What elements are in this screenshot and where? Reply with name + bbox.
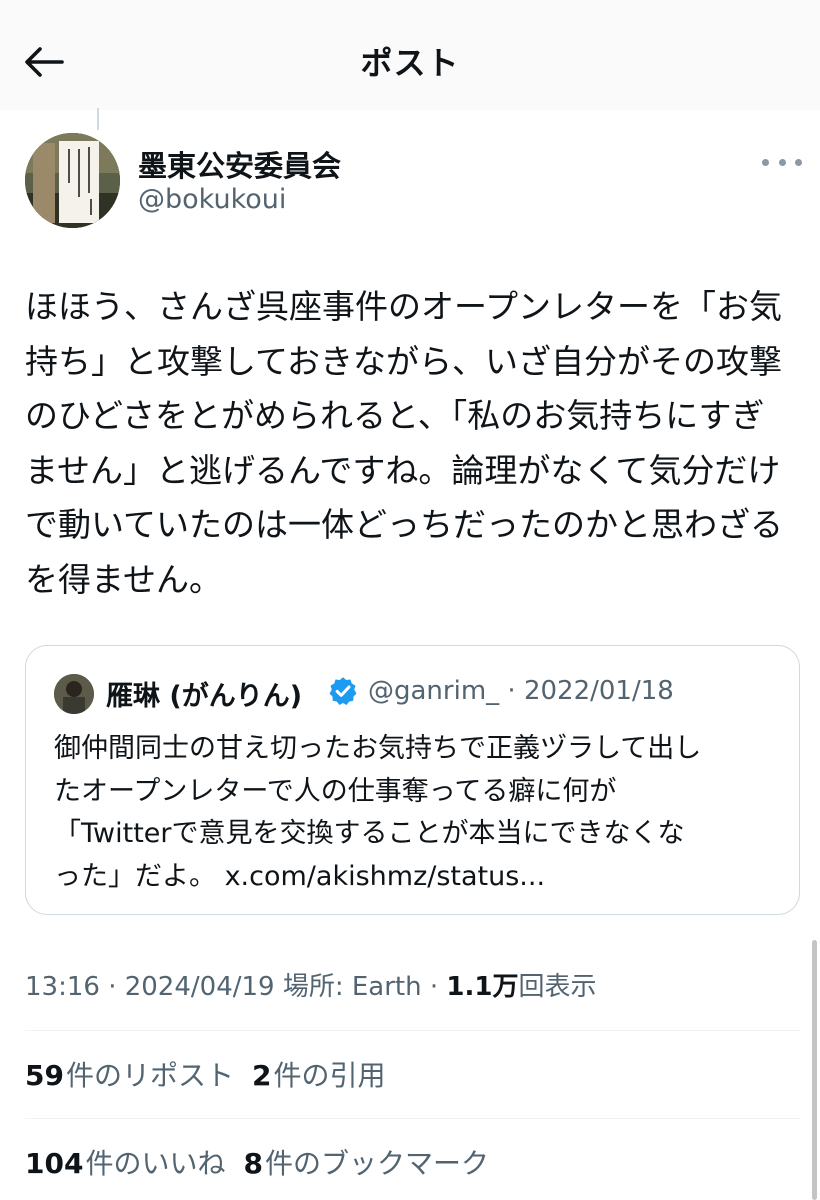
quoted-author-avatar bbox=[54, 674, 94, 714]
quotes-stat[interactable]: 2件の引用 bbox=[252, 1059, 386, 1092]
author-handle[interactable]: @bokukoui bbox=[138, 184, 286, 215]
thread-line bbox=[97, 108, 99, 130]
more-horizontal-icon bbox=[795, 158, 802, 166]
engagement-row: 59件のリポスト 2件の引用 bbox=[25, 1054, 403, 1094]
top-bar: ポスト bbox=[0, 0, 820, 110]
post-metadata: 13:16 · 2024/04/19 場所: Earth · 1.1万回表示 bbox=[25, 966, 596, 1003]
divider bbox=[25, 1030, 800, 1031]
bookmarks-count: 8 bbox=[243, 1147, 263, 1180]
quoted-text: 御仲間同士の甘え切ったお気持ちで正義ヅラして出し たオープンレターで人の仕事奪っ… bbox=[54, 733, 702, 892]
bookmarks-stat[interactable]: 8件のブックマーク bbox=[243, 1147, 489, 1180]
reposts-count: 59 bbox=[25, 1059, 64, 1092]
avatar[interactable] bbox=[25, 133, 120, 228]
engagement-row: 104件のいいね 8件のブックマーク bbox=[25, 1142, 507, 1182]
reposts-stat[interactable]: 59件のリポスト bbox=[25, 1059, 234, 1092]
timestamp-location: 13:16 · 2024/04/19 場所: Earth · bbox=[25, 972, 447, 1002]
verified-badge-icon bbox=[329, 677, 357, 705]
page-title: ポスト bbox=[360, 44, 460, 82]
likes-stat[interactable]: 104件のいいね bbox=[25, 1147, 225, 1180]
reposts-label: 件のリポスト bbox=[65, 1059, 234, 1092]
quoted-handle-date: @ganrim_ · 2022/01/18 bbox=[368, 676, 674, 706]
bookmarks-label: 件のブックマーク bbox=[264, 1147, 489, 1180]
views-label: 回表示 bbox=[518, 972, 597, 1002]
quoted-post[interactable]: 雁琳 (がんりん) @ganrim_ · 2022/01/18 御仲間同士の甘え… bbox=[25, 645, 800, 915]
avatar-image bbox=[25, 133, 120, 228]
post-text: ほほう、さんざ呉座事件のオープンレターを「お気 持ち」と攻撃しておきながら、いざ… bbox=[25, 287, 784, 599]
quotes-count: 2 bbox=[251, 1059, 272, 1092]
divider bbox=[25, 1118, 800, 1119]
scrollbar[interactable] bbox=[812, 940, 817, 1200]
more-horizontal-icon bbox=[778, 158, 786, 166]
more-horizontal-icon bbox=[762, 158, 769, 166]
likes-label: 件のいいね bbox=[85, 1147, 226, 1180]
avatar-image bbox=[54, 674, 94, 714]
views-count: 1.1万 bbox=[446, 972, 519, 1002]
quotes-label: 件の引用 bbox=[273, 1059, 386, 1092]
likes-count: 104 bbox=[25, 1147, 84, 1180]
more-options-button[interactable] bbox=[762, 148, 802, 176]
quoted-author-name: 雁琳 (がんりん) bbox=[106, 681, 303, 712]
author-display-name[interactable]: 墨東公安委員会 bbox=[138, 143, 341, 185]
